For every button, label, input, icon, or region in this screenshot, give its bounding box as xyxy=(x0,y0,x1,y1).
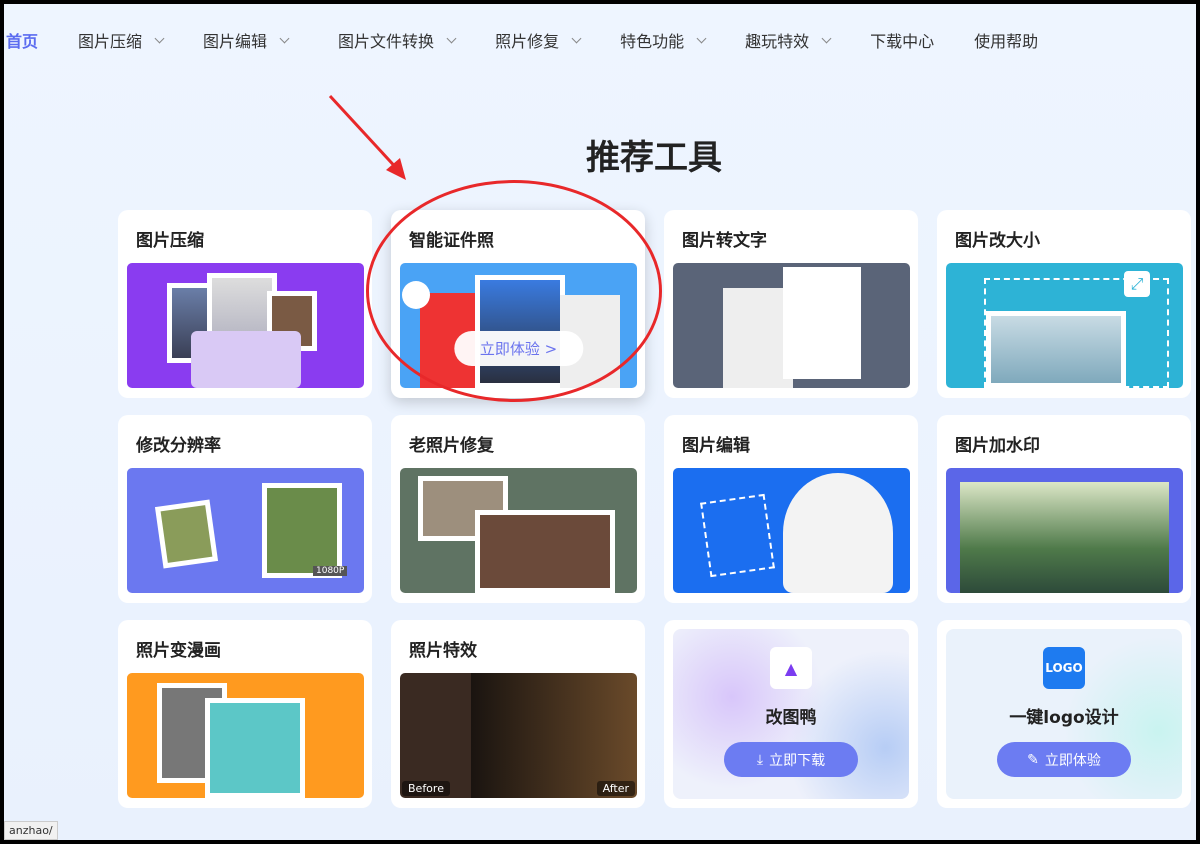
card-thumbnail xyxy=(673,468,910,593)
expand-icon: ⤢ xyxy=(1124,271,1150,297)
card-thumbnail: Before After xyxy=(400,673,637,798)
card-thumbnail xyxy=(946,468,1183,593)
top-nav: 首页 图片压缩 图片编辑 图片文件转换 照片修复 特色功能 趣玩特效 下载中心 … xyxy=(4,28,1038,52)
annotation-arrow-icon xyxy=(324,92,414,187)
nav-image-edit[interactable]: 图片编辑 xyxy=(203,28,288,52)
download-icon: ⤓ xyxy=(757,752,763,768)
nav-photo-repair[interactable]: 照片修复 xyxy=(495,28,580,52)
chevron-down-icon xyxy=(447,33,457,43)
pencil-icon: ✎ xyxy=(1027,752,1039,768)
try-now-button[interactable]: 立即体验 > xyxy=(454,331,583,366)
card-thumbnail xyxy=(127,263,364,388)
try-logo-button[interactable]: ✎立即体验 xyxy=(997,742,1131,777)
crop-image-icon: ▲ xyxy=(770,647,812,689)
chevron-down-icon xyxy=(572,33,582,43)
card-thumbnail: ⤢ xyxy=(946,263,1183,388)
nav-image-compress[interactable]: 图片压缩 xyxy=(78,28,163,52)
card-change-resolution[interactable]: 修改分辨率 1080P xyxy=(118,415,372,603)
nav-help[interactable]: 使用帮助 xyxy=(974,28,1038,52)
nav-home[interactable]: 首页 xyxy=(6,28,38,52)
card-logo-design[interactable]: LOGO 一键logo设计 ✎立即体验 xyxy=(937,620,1191,808)
card-resize-image[interactable]: 图片改大小 ⤢ xyxy=(937,210,1191,398)
page: 首页 图片压缩 图片编辑 图片文件转换 照片修复 特色功能 趣玩特效 下载中心 … xyxy=(4,4,1196,840)
card-id-photo[interactable]: 智能证件照 立即体验 > xyxy=(391,210,645,398)
card-thumbnail xyxy=(127,673,364,798)
card-thumbnail: 立即体验 > xyxy=(400,263,637,388)
tie-icon xyxy=(402,281,430,309)
nav-fun-effects[interactable]: 趣玩特效 xyxy=(745,28,830,52)
nav-file-convert[interactable]: 图片文件转换 xyxy=(338,28,455,52)
card-image-to-text[interactable]: 图片转文字 xyxy=(664,210,918,398)
card-thumbnail: 1080P xyxy=(127,468,364,593)
chevron-down-icon xyxy=(280,33,290,43)
card-thumbnail xyxy=(400,468,637,593)
logo-icon: LOGO xyxy=(1043,647,1085,689)
nav-features[interactable]: 特色功能 xyxy=(620,28,705,52)
card-gaituya-app[interactable]: ▲ 改图鸭 ⤓立即下载 xyxy=(664,620,918,808)
card-old-photo-repair[interactable]: 老照片修复 xyxy=(391,415,645,603)
card-image-edit[interactable]: 图片编辑 xyxy=(664,415,918,603)
download-now-button[interactable]: ⤓立即下载 xyxy=(724,742,858,777)
chevron-down-icon xyxy=(822,33,832,43)
chevron-down-icon xyxy=(697,33,707,43)
card-watermark[interactable]: 图片加水印 xyxy=(937,415,1191,603)
card-photo-effects[interactable]: 照片特效 Before After xyxy=(391,620,645,808)
card-thumbnail xyxy=(673,263,910,388)
chevron-down-icon xyxy=(155,33,165,43)
nav-download-center[interactable]: 下载中心 xyxy=(870,28,934,52)
card-photo-to-cartoon[interactable]: 照片变漫画 xyxy=(118,620,372,808)
status-url: anzhao/ xyxy=(4,821,58,840)
card-image-compress[interactable]: 图片压缩 xyxy=(118,210,372,398)
section-title: 推荐工具 xyxy=(4,130,1196,179)
